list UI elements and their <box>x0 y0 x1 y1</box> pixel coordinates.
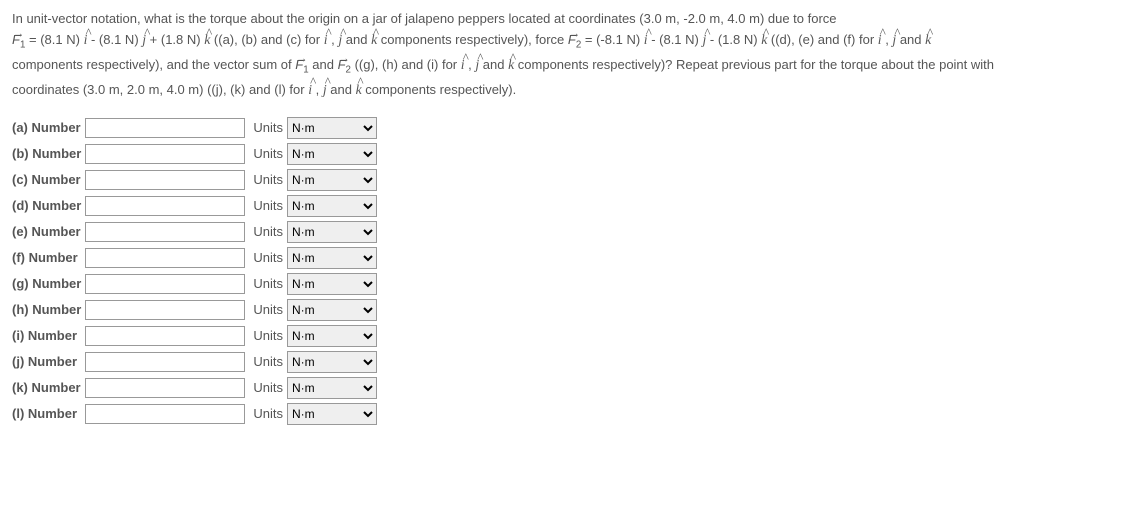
vector-F1: F <box>12 32 20 47</box>
units-select[interactable]: N·m <box>287 325 377 347</box>
units-label: Units <box>251 273 287 295</box>
row-label: (k) Number <box>12 377 85 399</box>
answer-row: (c) Number Units N·m <box>12 169 383 191</box>
i-hat: i <box>84 29 88 52</box>
units-label: Units <box>251 195 287 217</box>
units-label: Units <box>251 377 287 399</box>
units-select[interactable]: N·m <box>287 195 377 217</box>
number-input[interactable] <box>85 144 245 164</box>
j-hat: j <box>475 54 479 77</box>
units-select[interactable]: N·m <box>287 143 377 165</box>
number-input[interactable] <box>85 274 245 294</box>
units-label: Units <box>251 143 287 165</box>
k-hat: k <box>925 29 931 52</box>
answer-row: (h) Number Units N·m <box>12 299 383 321</box>
number-input[interactable] <box>85 118 245 138</box>
answer-row: (a) Number Units N·m <box>12 117 383 139</box>
q-line1: In unit-vector notation, what is the tor… <box>12 11 837 26</box>
answer-row: (f) Number Units N·m <box>12 247 383 269</box>
row-label: (h) Number <box>12 299 85 321</box>
row-label: (c) Number <box>12 169 85 191</box>
vector-F2: F <box>338 57 346 72</box>
row-label: (j) Number <box>12 351 85 373</box>
units-select[interactable]: N·m <box>287 351 377 373</box>
answer-row: (l) Number Units N·m <box>12 403 383 425</box>
units-label: Units <box>251 221 287 243</box>
i-hat: i <box>461 54 465 77</box>
i-hat: i <box>324 29 328 52</box>
row-label: (b) Number <box>12 143 85 165</box>
row-label: (i) Number <box>12 325 85 347</box>
units-select[interactable]: N·m <box>287 299 377 321</box>
number-input[interactable] <box>85 222 245 242</box>
j-hat: j <box>702 29 706 52</box>
units-label: Units <box>251 117 287 139</box>
row-label: (f) Number <box>12 247 85 269</box>
answer-row: (k) Number Units N·m <box>12 377 383 399</box>
number-input[interactable] <box>85 352 245 372</box>
units-label: Units <box>251 403 287 425</box>
k-hat: k <box>371 29 377 52</box>
units-select[interactable]: N·m <box>287 169 377 191</box>
question-text: In unit-vector notation, what is the tor… <box>12 8 1135 101</box>
vector-F2: F <box>568 32 576 47</box>
units-label: Units <box>251 247 287 269</box>
number-input[interactable] <box>85 248 245 268</box>
units-label: Units <box>251 325 287 347</box>
j-hat: j <box>323 79 327 102</box>
units-select[interactable]: N·m <box>287 221 377 243</box>
units-label: Units <box>251 351 287 373</box>
number-input[interactable] <box>85 378 245 398</box>
row-label: (d) Number <box>12 195 85 217</box>
units-label: Units <box>251 169 287 191</box>
answer-row: (e) Number Units N·m <box>12 221 383 243</box>
answer-row: (j) Number Units N·m <box>12 351 383 373</box>
units-select[interactable]: N·m <box>287 117 377 139</box>
answer-grid: (a) Number Units N·m (b) Number Units N·… <box>12 113 383 429</box>
k-hat: k <box>204 29 210 52</box>
i-hat: i <box>308 79 312 102</box>
answer-row: (i) Number Units N·m <box>12 325 383 347</box>
number-input[interactable] <box>85 326 245 346</box>
units-select[interactable]: N·m <box>287 247 377 269</box>
k-hat: k <box>761 29 767 52</box>
row-label: (l) Number <box>12 403 85 425</box>
j-hat: j <box>142 29 146 52</box>
i-hat: i <box>878 29 882 52</box>
units-label: Units <box>251 299 287 321</box>
number-input[interactable] <box>85 170 245 190</box>
answer-row: (g) Number Units N·m <box>12 273 383 295</box>
j-hat: j <box>892 29 896 52</box>
k-hat: k <box>356 79 362 102</box>
row-label: (g) Number <box>12 273 85 295</box>
units-select[interactable]: N·m <box>287 273 377 295</box>
row-label: (e) Number <box>12 221 85 243</box>
vector-F1: F <box>295 57 303 72</box>
number-input[interactable] <box>85 196 245 216</box>
row-label: (a) Number <box>12 117 85 139</box>
units-select[interactable]: N·m <box>287 377 377 399</box>
answer-row: (b) Number Units N·m <box>12 143 383 165</box>
answer-row: (d) Number Units N·m <box>12 195 383 217</box>
k-hat: k <box>508 54 514 77</box>
number-input[interactable] <box>85 300 245 320</box>
units-select[interactable]: N·m <box>287 403 377 425</box>
number-input[interactable] <box>85 404 245 424</box>
i-hat: i <box>644 29 648 52</box>
